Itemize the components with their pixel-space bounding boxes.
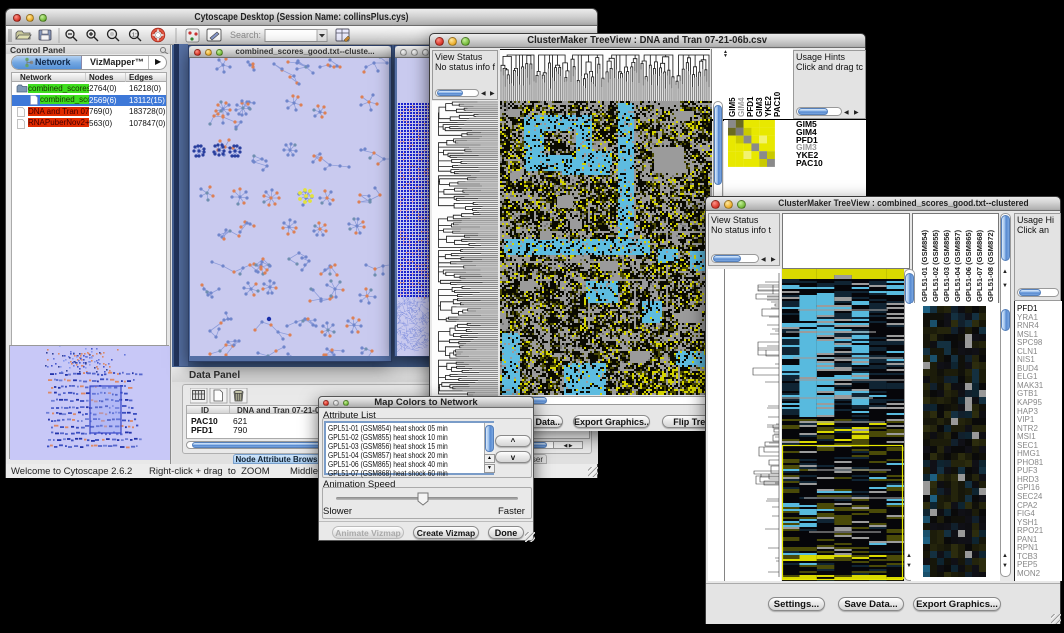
svg-text:Search:: Search: xyxy=(230,30,261,40)
svg-text:1:1: 1:1 xyxy=(132,33,139,39)
